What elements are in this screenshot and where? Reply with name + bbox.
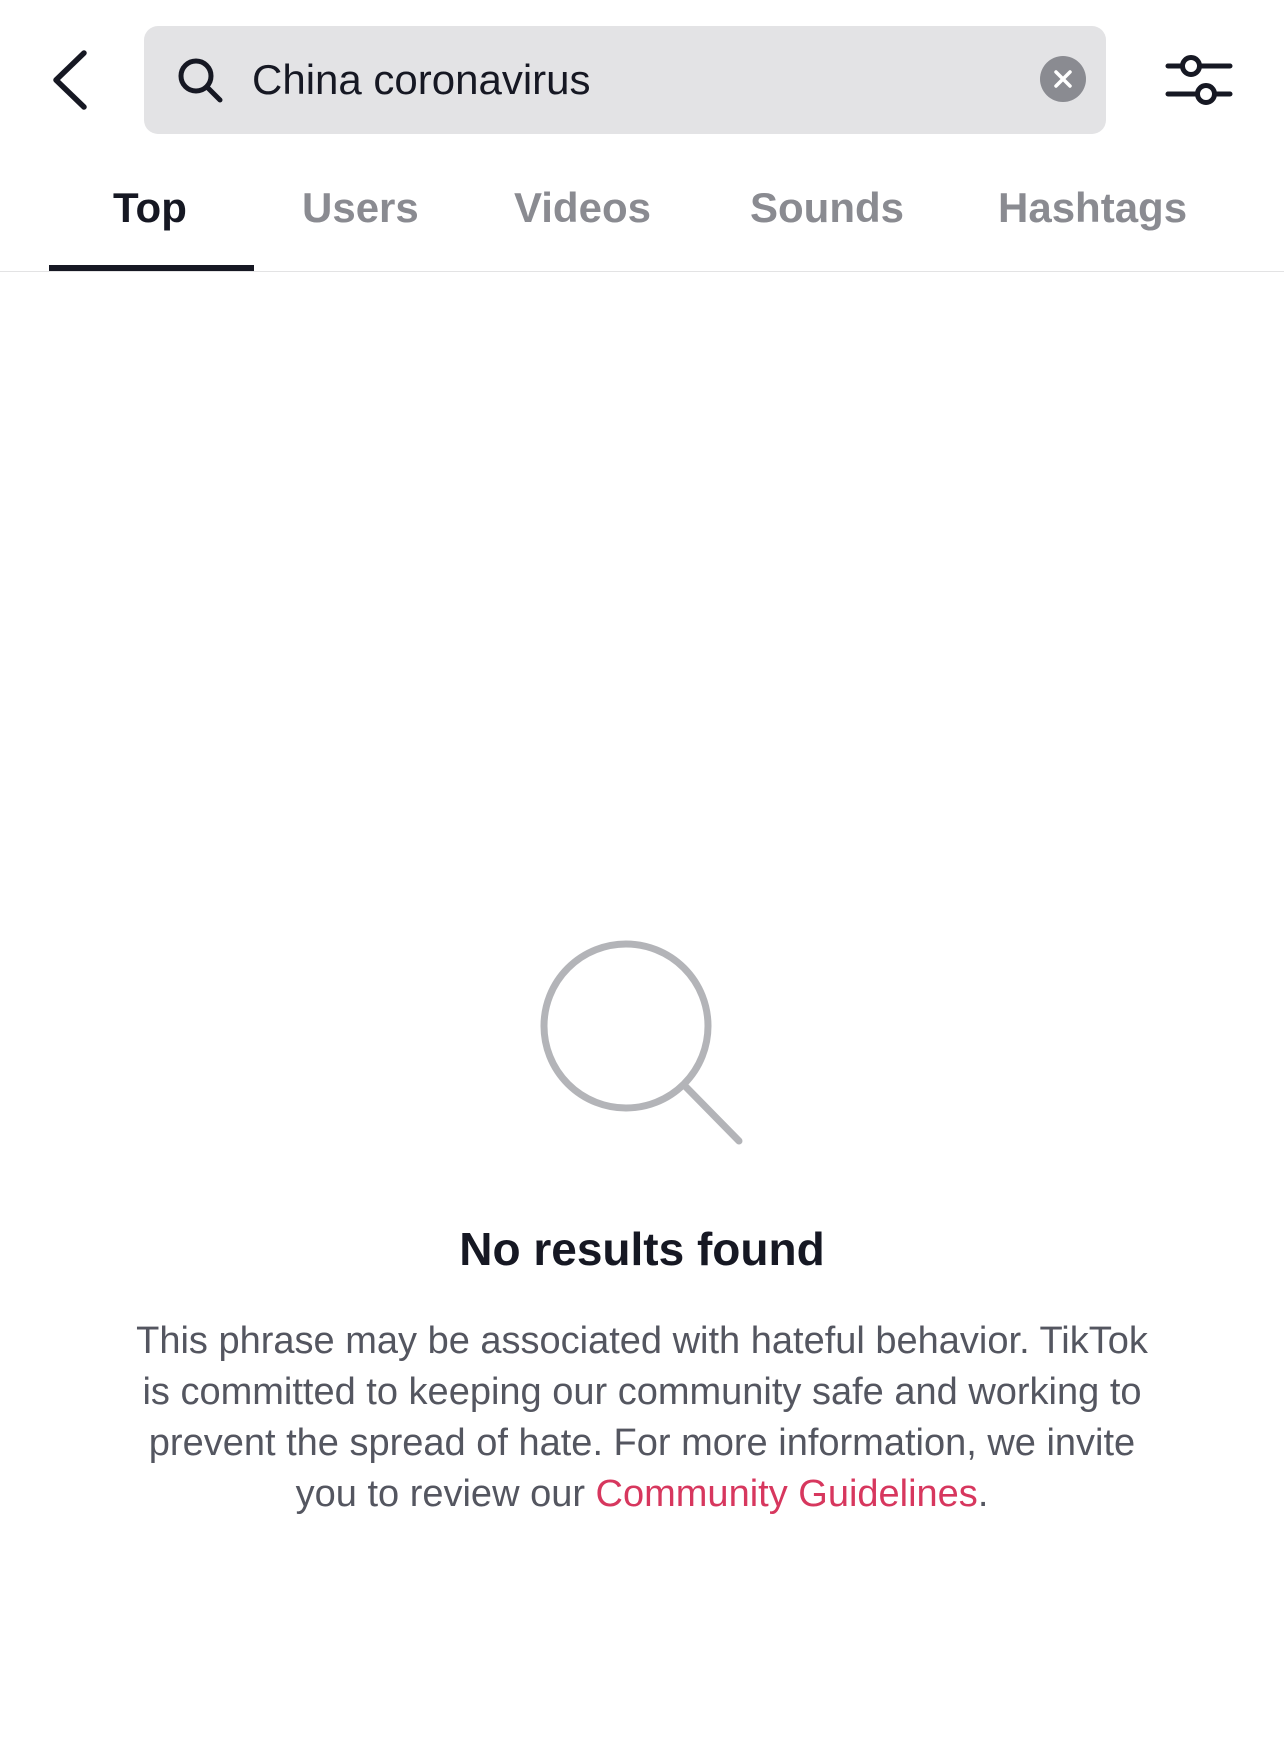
tab-hashtags[interactable]: Hashtags	[998, 184, 1187, 232]
magnifier-icon	[540, 940, 743, 1145]
back-button[interactable]	[40, 45, 100, 115]
clear-icon	[1054, 70, 1072, 88]
empty-state-message: This phrase may be associated with hatef…	[120, 1316, 1164, 1520]
search-header	[0, 0, 1284, 140]
search-input[interactable]	[252, 48, 1012, 112]
search-icon	[178, 58, 223, 103]
back-arrow-icon	[53, 50, 87, 110]
filter-sliders-icon	[1165, 55, 1233, 105]
tab-top[interactable]: Top	[113, 184, 187, 232]
search-tabs: Top Users Videos Sounds Hashtags	[0, 160, 1284, 272]
empty-state-title: No results found	[459, 1223, 825, 1275]
filter-button[interactable]	[1164, 48, 1234, 112]
community-guidelines-link[interactable]: Community Guidelines	[596, 1473, 978, 1515]
tab-sounds[interactable]: Sounds	[750, 184, 904, 232]
search-bar[interactable]	[144, 26, 1106, 134]
tab-users[interactable]: Users	[302, 184, 419, 232]
clear-search-button[interactable]	[1040, 56, 1086, 102]
tab-videos[interactable]: Videos	[514, 184, 651, 232]
active-tab-indicator	[49, 265, 254, 271]
empty-state-trailing: .	[977, 1473, 989, 1515]
